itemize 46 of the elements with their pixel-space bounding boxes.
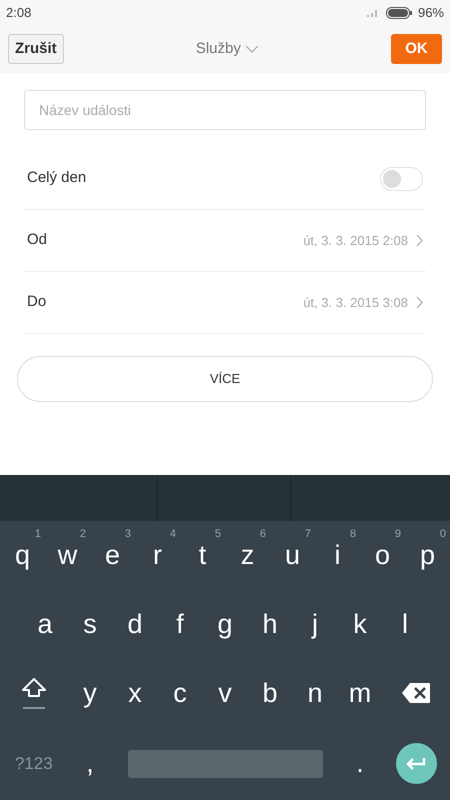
signal-icon <box>366 8 380 18</box>
keyboard-key[interactable]: c <box>158 659 202 727</box>
keyboard-key[interactable]: 2 w <box>45 521 90 589</box>
chevron-right-icon <box>416 296 423 309</box>
keyboard-key[interactable]: 1 q <box>0 521 45 589</box>
chevron-down-icon <box>244 45 259 53</box>
enter-icon <box>406 756 426 770</box>
battery-percent: 96% <box>418 4 444 22</box>
keyboard-key[interactable]: l <box>382 589 428 659</box>
keyboard-key[interactable]: g <box>202 589 248 659</box>
keyboard-key[interactable]: x <box>112 659 158 727</box>
row-label: Celý den <box>27 168 86 188</box>
keyboard-key[interactable]: , <box>68 727 112 800</box>
keyboard-key[interactable]: 7 u <box>270 521 315 589</box>
keyboard-key[interactable]: 8 i <box>315 521 360 589</box>
keyboard-key[interactable]: 3 e <box>90 521 135 589</box>
row-label: Do <box>27 292 46 312</box>
row-label: Od <box>27 230 48 250</box>
keyboard-key[interactable]: m <box>338 659 382 727</box>
keyboard-key[interactable]: v <box>202 659 248 727</box>
keyboard-key[interactable]: d <box>112 589 158 659</box>
calendar-dropdown[interactable]: Služby <box>196 38 259 60</box>
backspace-icon <box>402 683 430 703</box>
keyboard-key[interactable]: s <box>68 589 112 659</box>
more-button[interactable]: VÍCE <box>17 356 433 402</box>
keyboard-key[interactable]: a <box>22 589 68 659</box>
keyboard-key[interactable]: b <box>248 659 292 727</box>
chevron-right-icon <box>416 234 423 247</box>
keyboard-key[interactable]: 4 r <box>135 521 180 589</box>
keyboard-key[interactable]: h <box>248 589 292 659</box>
keyboard-key[interactable]: k <box>338 589 382 659</box>
keyboard-key[interactable]: 9 o <box>360 521 405 589</box>
event-name-field[interactable]: Název události <box>24 90 426 130</box>
status-time: 2:08 <box>6 4 32 22</box>
enter-key[interactable] <box>396 743 437 784</box>
keyboard-key[interactable]: n <box>292 659 338 727</box>
keyboard-key[interactable]: j <box>292 589 338 659</box>
keyboard-key[interactable]: 6 z <box>225 521 270 589</box>
keyboard-key[interactable]: 5 t <box>180 521 225 589</box>
toggle-switch[interactable] <box>380 166 423 190</box>
keyboard-key[interactable]: . <box>338 727 382 800</box>
keyboard-key[interactable]: 0 p <box>405 521 450 589</box>
cancel-button[interactable]: Zrušit <box>8 34 64 64</box>
keyboard-key[interactable]: y <box>68 659 112 727</box>
battery-icon <box>386 6 412 18</box>
keyboard-key[interactable]: f <box>158 589 202 659</box>
